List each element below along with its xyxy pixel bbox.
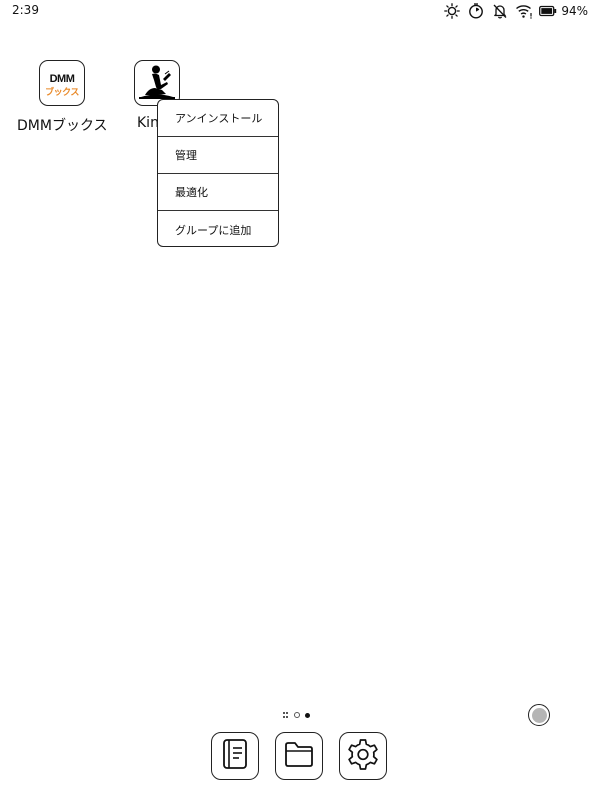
- timer-icon[interactable]: [467, 2, 485, 20]
- menu-item-uninstall[interactable]: アンインストール: [158, 100, 278, 137]
- status-bar: 2:39 94%: [0, 0, 600, 22]
- dmm-logo-text: DMM: [49, 73, 75, 85]
- floating-ball-icon[interactable]: [528, 704, 550, 726]
- menu-item-add-to-group[interactable]: グループに追加: [158, 211, 278, 246]
- notebook-icon: [220, 738, 250, 774]
- status-time: 2:39: [12, 3, 39, 17]
- dock-notebook-button[interactable]: [211, 732, 259, 780]
- bell-off-icon[interactable]: [491, 2, 509, 20]
- gear-icon: [346, 737, 380, 775]
- menu-item-manage[interactable]: 管理: [158, 137, 278, 174]
- status-icons: 94%: [443, 2, 588, 20]
- app-context-menu: アンインストール 管理 最適化 グループに追加: [157, 99, 279, 247]
- apps-grid-icon[interactable]: [283, 712, 289, 718]
- dmm-logo-subtext: ブックス: [45, 88, 79, 98]
- page-dot-filled[interactable]: [305, 712, 310, 718]
- floating-ball-inner: [531, 707, 547, 723]
- battery-icon: [539, 2, 557, 20]
- dmm-books-icon[interactable]: DMM ブックス: [39, 60, 85, 106]
- app-dmm-books[interactable]: DMM ブックス DMMブックス: [17, 60, 107, 135]
- dock-files-button[interactable]: [275, 732, 323, 780]
- app-label-dmm-books: DMMブックス: [17, 118, 107, 134]
- menu-item-optimize[interactable]: 最適化: [158, 174, 278, 211]
- page-indicator[interactable]: [283, 710, 310, 720]
- folder-icon: [283, 739, 315, 773]
- page-dot-empty[interactable]: [294, 712, 300, 718]
- battery-percent: 94%: [561, 4, 588, 18]
- brightness-icon[interactable]: [443, 2, 461, 20]
- dock-settings-button[interactable]: [339, 732, 387, 780]
- dock: [211, 732, 387, 780]
- wifi-icon[interactable]: [515, 2, 533, 20]
